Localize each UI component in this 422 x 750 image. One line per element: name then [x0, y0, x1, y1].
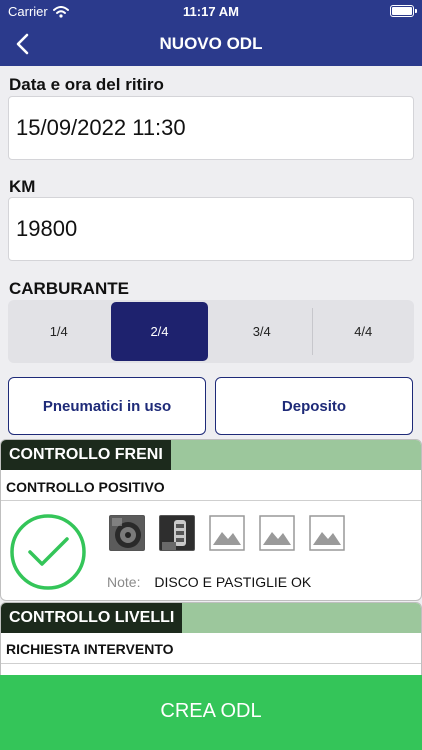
card-title: CONTROLLO LIVELLI	[1, 603, 183, 633]
brake-photo-2[interactable]	[159, 515, 195, 551]
pickup-datetime-field[interactable]: 15/09/2022 11:30	[8, 96, 414, 160]
pickup-label: Data e ora del ritiro	[9, 75, 164, 94]
page-title: NUOVO ODL	[159, 34, 263, 53]
image-placeholder-icon[interactable]	[309, 515, 345, 551]
fuel-option-3-4[interactable]: 3/4	[211, 300, 313, 363]
card-title: CONTROLLO FRENI	[1, 440, 171, 470]
brake-note: Note: DISCO E PASTIGLIE OK	[107, 574, 311, 590]
status-bar: Carrier 11:17 AM	[0, 0, 422, 22]
tyres-in-use-button[interactable]: Pneumatici in uso	[8, 377, 206, 435]
app-header: Carrier 11:17 AM NUOVO ODL	[0, 0, 422, 66]
image-placeholder-icon[interactable]	[209, 515, 245, 551]
check-result: RICHIESTA INTERVENTO	[6, 641, 174, 657]
check-result: CONTROLLO POSITIVO	[6, 479, 165, 495]
brake-photo-1[interactable]	[109, 515, 145, 551]
note-value: DISCO E PASTIGLIE OK	[154, 574, 312, 590]
fuel-label: CARBURANTE	[9, 279, 129, 298]
nav-bar: NUOVO ODL	[0, 22, 422, 66]
note-label: Note:	[107, 574, 141, 590]
km-label: KM	[9, 177, 36, 196]
card-divider	[1, 663, 421, 664]
deposit-button[interactable]: Deposito	[215, 377, 413, 435]
card-header: CONTROLLO LIVELLI	[1, 603, 421, 633]
brake-check-card: CONTROLLO FRENI CONTROLLO POSITIVO Note:…	[0, 439, 422, 601]
fuel-option-4-4[interactable]: 4/4	[313, 300, 415, 363]
km-field[interactable]: 19800	[8, 197, 414, 261]
status-clock: 11:17 AM	[183, 4, 239, 19]
create-odl-button[interactable]: CREA ODL	[0, 675, 422, 750]
card-divider	[1, 500, 421, 501]
battery-icon	[390, 5, 417, 17]
card-header: CONTROLLO FRENI	[1, 440, 421, 470]
fuel-level-selector: 1/4 2/4 3/4 4/4	[8, 300, 414, 363]
fuel-option-2-4[interactable]: 2/4	[111, 302, 208, 361]
image-placeholder-icon[interactable]	[259, 515, 295, 551]
check-circle-icon	[10, 514, 86, 590]
fuel-option-1-4[interactable]: 1/4	[8, 300, 110, 363]
